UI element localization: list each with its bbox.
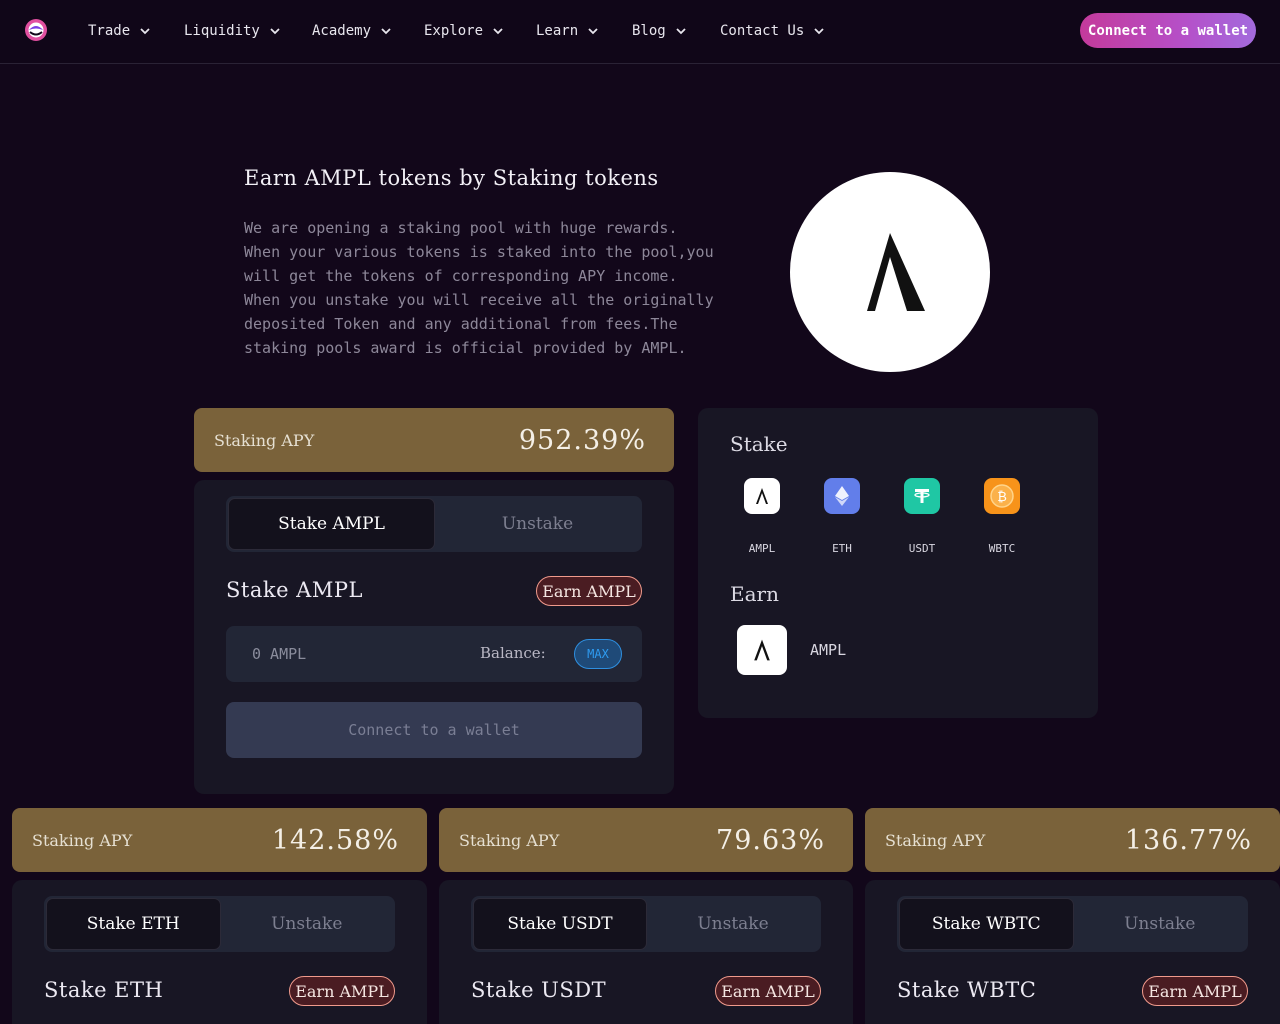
chevron-down-icon: [140, 28, 150, 35]
connect-wallet-button[interactable]: Connect to a wallet: [226, 702, 642, 758]
stake-title: Stake ETH: [44, 978, 164, 1002]
amount-input[interactable]: [252, 643, 452, 665]
nav-blog[interactable]: Blog: [632, 20, 686, 42]
apy-value: 952.39%: [518, 424, 646, 456]
nav-liquidity[interactable]: Liquidity: [184, 20, 280, 42]
apy-label: Staking APY: [214, 430, 315, 450]
eth-icon[interactable]: [824, 478, 860, 514]
stake-card-usdt: Stake USDT Unstake Stake USDT Earn AMPL: [439, 880, 853, 1024]
max-button[interactable]: MAX: [574, 639, 622, 669]
ampl-logo: [790, 172, 990, 372]
nav-academy-label: Academy: [312, 23, 372, 39]
stake-title: Stake USDT: [471, 978, 607, 1002]
token-label: AMPL: [748, 542, 776, 555]
earn-badge[interactable]: Earn AMPL: [289, 976, 395, 1006]
svg-text:₿: ₿: [997, 490, 1007, 505]
earn-token-label: AMPL: [810, 641, 847, 659]
page-title: Earn AMPL tokens by Staking tokens: [244, 166, 659, 190]
nav-learn-label: Learn: [536, 23, 579, 39]
hero-description: We are opening a staking pool with huge …: [244, 219, 714, 357]
stake-section-title: Stake: [730, 432, 788, 456]
nav-liquidity-label: Liquidity: [184, 23, 260, 39]
earn-badge[interactable]: Earn AMPL: [536, 576, 642, 606]
stake-tabs: Stake ETH Unstake: [44, 896, 395, 952]
apy-value: 79.63%: [716, 824, 825, 856]
apy-label: Staking APY: [885, 830, 986, 850]
nav-learn[interactable]: Learn: [536, 20, 598, 42]
chevron-down-icon: [270, 28, 280, 35]
earn-badge[interactable]: Earn AMPL: [715, 976, 821, 1006]
tab-stake[interactable]: Stake AMPL: [228, 498, 435, 550]
stake-tabs: Stake AMPL Unstake: [226, 496, 642, 552]
apy-label: Staking APY: [459, 830, 560, 850]
token-label: USDT: [908, 542, 936, 555]
stake-card-wbtc: Stake WBTC Unstake Stake WBTC Earn AMPL: [865, 880, 1280, 1024]
balance-label: Balance:: [480, 644, 546, 662]
top-navbar: Trade Liquidity Academy Explore Learn Bl…: [0, 0, 1280, 64]
usdt-icon[interactable]: [904, 478, 940, 514]
token-label: WBTC: [988, 542, 1016, 555]
ampl-icon: [737, 625, 787, 675]
apy-value: 142.58%: [271, 824, 399, 856]
chevron-down-icon: [814, 28, 824, 35]
nav-academy[interactable]: Academy: [312, 20, 391, 42]
tab-stake[interactable]: Stake WBTC: [899, 898, 1074, 950]
token-label: ETH: [832, 542, 852, 555]
apy-value: 136.77%: [1124, 824, 1252, 856]
apy-bar-eth: Staking APY 142.58%: [12, 808, 427, 872]
stake-card-ampl: Stake AMPL Unstake Stake AMPL Earn AMPL …: [194, 480, 674, 794]
nav-trade-label: Trade: [88, 23, 131, 39]
ampl-icon[interactable]: [744, 478, 780, 514]
amount-field: Balance: MAX: [226, 626, 642, 682]
tab-unstake[interactable]: Unstake: [1074, 898, 1247, 950]
tab-unstake[interactable]: Unstake: [435, 498, 640, 550]
apy-label: Staking APY: [32, 830, 133, 850]
chevron-down-icon: [588, 28, 598, 35]
connect-wallet-button[interactable]: Connect to a wallet: [1080, 13, 1256, 48]
nav-contact-us-label: Contact Us: [720, 23, 805, 39]
stake-title: Stake WBTC: [897, 978, 1037, 1002]
app-logo-icon[interactable]: [24, 18, 48, 42]
apy-bar-wbtc: Staking APY 136.77%: [865, 808, 1280, 872]
chevron-down-icon: [676, 28, 686, 35]
ampl-icon: [867, 233, 925, 311]
stake-tabs: Stake WBTC Unstake: [897, 896, 1248, 952]
nav-blog-label: Blog: [632, 23, 666, 39]
token-panel: Stake AMPL ETH USDT ₿ WBTC Earn AMPL: [698, 408, 1098, 718]
tab-unstake[interactable]: Unstake: [221, 898, 394, 950]
apy-bar-ampl: Staking APY 952.39%: [194, 408, 674, 472]
apy-bar-usdt: Staking APY 79.63%: [439, 808, 853, 872]
earn-section-title: Earn: [730, 582, 779, 606]
nav-contact-us[interactable]: Contact Us: [720, 20, 824, 42]
earn-badge[interactable]: Earn AMPL: [1142, 976, 1248, 1006]
wbtc-icon[interactable]: ₿: [984, 478, 1020, 514]
nav-explore-label: Explore: [424, 23, 484, 39]
nav-trade[interactable]: Trade: [88, 20, 150, 42]
chevron-down-icon: [493, 28, 503, 35]
chevron-down-icon: [381, 28, 391, 35]
nav-explore[interactable]: Explore: [424, 20, 503, 42]
stake-tabs: Stake USDT Unstake: [471, 896, 821, 952]
tab-unstake[interactable]: Unstake: [647, 898, 819, 950]
tab-stake[interactable]: Stake USDT: [473, 898, 647, 950]
stake-card-eth: Stake ETH Unstake Stake ETH Earn AMPL: [12, 880, 427, 1024]
stake-title: Stake AMPL: [226, 578, 363, 602]
tab-stake[interactable]: Stake ETH: [46, 898, 221, 950]
